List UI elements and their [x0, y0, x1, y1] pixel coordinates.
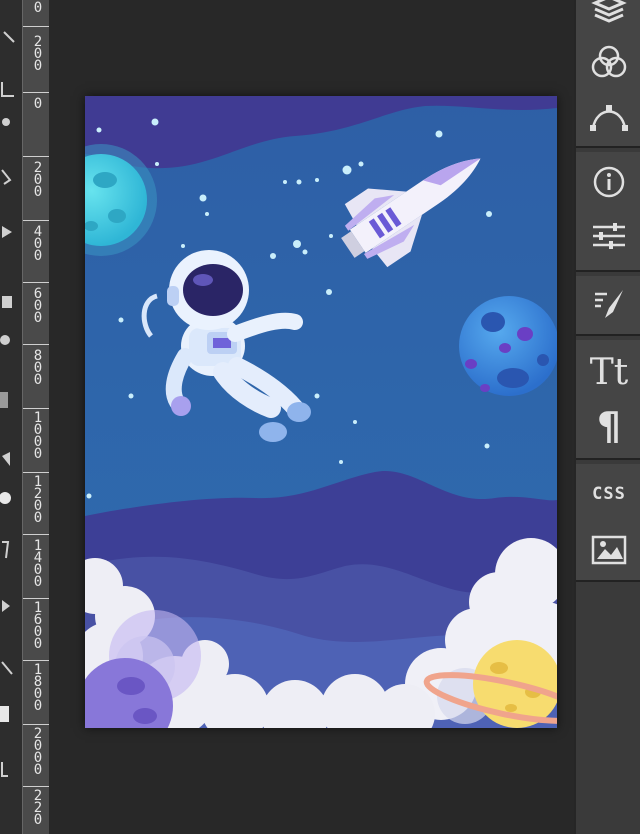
document-canvas[interactable]	[85, 96, 557, 728]
ruler-label: 2 2 0	[33, 788, 43, 828]
ruler-label: 1 6 0 0	[33, 600, 43, 652]
character-icon[interactable]: Tt	[585, 351, 633, 393]
left-toolbar	[0, 0, 22, 834]
channels-icon[interactable]	[585, 42, 633, 82]
layers-icon[interactable]	[585, 0, 633, 30]
healing-tool-icon[interactable]	[0, 292, 20, 312]
ruler-label: 0	[33, 0, 43, 16]
adjustments-icon[interactable]	[585, 216, 633, 256]
eyedropper-tool-icon[interactable]	[0, 222, 20, 242]
marquee-tool-icon[interactable]	[0, 80, 20, 100]
right-panel-dock: Tt ¶ CSS	[574, 0, 640, 834]
image-icon[interactable]	[585, 530, 633, 570]
character-label: Tt	[589, 351, 629, 393]
ruler-label: 8 0 0	[33, 348, 43, 388]
space-illustration	[85, 96, 557, 728]
ruler-label: 1 4 0 0	[33, 538, 43, 590]
layers-panel-group	[576, 0, 640, 148]
hand-tool-icon[interactable]	[0, 760, 20, 780]
stamp-tool-icon[interactable]	[0, 390, 20, 410]
css-icon[interactable]: CSS	[585, 474, 633, 514]
move-tool-icon[interactable]	[0, 28, 20, 48]
ruler-label: 6 0 0	[33, 286, 43, 326]
paragraph-icon[interactable]: ¶	[585, 404, 633, 448]
dodge-tool-icon[interactable]	[0, 540, 20, 560]
brush-panel-group	[576, 276, 640, 336]
brush-settings-icon[interactable]	[585, 284, 633, 324]
lasso-tool-icon[interactable]	[0, 114, 20, 134]
paths-icon[interactable]	[585, 96, 633, 136]
crop-tool-icon[interactable]	[0, 168, 20, 188]
ruler-label: 2 0 0	[33, 160, 43, 200]
pen-tool-icon[interactable]	[0, 596, 20, 616]
vertical-ruler[interactable]: 0 2 0 0 0 2 0 0 4 0 0 6 0 0 8 0 0 1 0 0 …	[22, 0, 50, 834]
shape-tool-icon[interactable]	[0, 704, 20, 724]
ruler-label: 2 0 0	[33, 34, 43, 74]
path-selection-tool-icon[interactable]	[0, 660, 20, 680]
ruler-label: 2 0 0 0	[33, 726, 43, 778]
gradient-tool-icon[interactable]	[0, 488, 20, 508]
export-panel-group: CSS	[576, 464, 640, 582]
eraser-tool-icon[interactable]	[0, 450, 20, 470]
ruler-label: 1 2 0 0	[33, 474, 43, 526]
ruler-label: 1 0 0 0	[33, 410, 43, 462]
ruler-label: 1 8 0 0	[33, 662, 43, 714]
properties-panel-group	[576, 152, 640, 272]
brush-tool-icon[interactable]	[0, 330, 20, 350]
ruler-label: 4 0 0	[33, 224, 43, 264]
info-icon[interactable]	[585, 162, 633, 202]
paragraph-label: ¶	[596, 404, 622, 448]
blue-planet	[459, 296, 557, 396]
css-label: CSS	[592, 484, 626, 504]
workspace[interactable]	[49, 0, 574, 834]
type-panel-group: Tt ¶	[576, 340, 640, 460]
ruler-label: 0	[33, 96, 43, 112]
